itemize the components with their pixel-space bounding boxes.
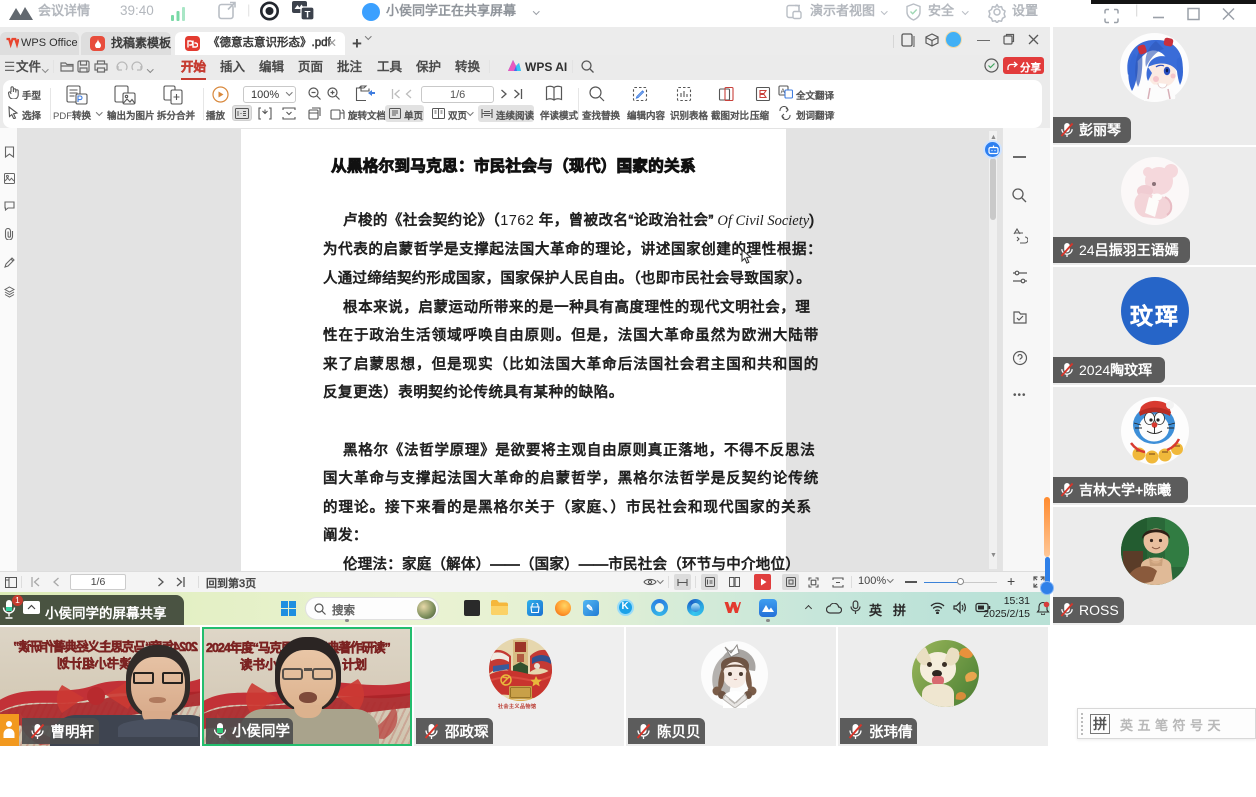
svg-text:T: T [305,10,311,21]
